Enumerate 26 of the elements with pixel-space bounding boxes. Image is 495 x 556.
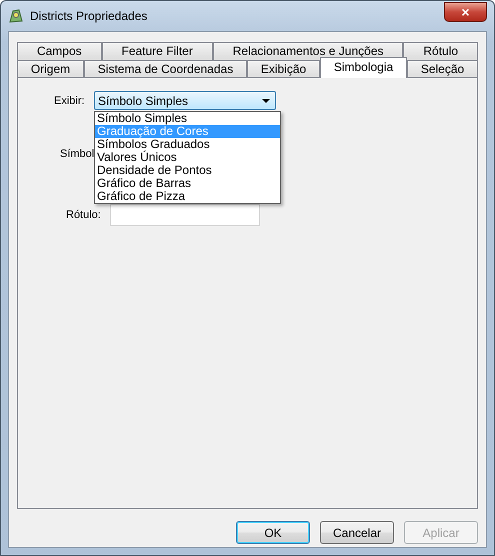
window-title: Districts Propriedades — [30, 9, 148, 23]
field-label: Rótulo: — [66, 209, 102, 221]
tab[interactable]: Relacionamentos e Junções — [212, 42, 404, 60]
dropdown-option[interactable]: Símbolos Graduados — [95, 138, 280, 151]
dialog-button[interactable]: Cancelar — [320, 521, 394, 544]
tab[interactable]: Sistema de Coordenadas — [84, 60, 248, 78]
close-button[interactable]: × — [444, 2, 487, 22]
map-icon — [8, 8, 24, 24]
dropdown-option[interactable]: Valores Únicos — [95, 151, 280, 164]
tab[interactable]: Feature Filter — [102, 42, 213, 60]
dropdown-option[interactable]: Gráfico de Barras — [95, 177, 280, 190]
dialog-button[interactable]: OK — [236, 521, 310, 544]
caret-icon — [262, 98, 270, 102]
field-label: Exibir: — [54, 94, 86, 106]
tab[interactable]: Seleção — [407, 60, 478, 78]
tab[interactable]: Exibição — [247, 60, 320, 78]
input-field[interactable] — [110, 204, 260, 226]
tab[interactable]: Simbologia — [320, 57, 407, 78]
dropdown-option[interactable]: Símbolo Simples — [95, 112, 280, 125]
tab[interactable]: Campos — [17, 42, 102, 60]
tab[interactable]: Rótulo — [403, 42, 478, 60]
field-label: Símbol — [60, 148, 94, 160]
dropdown-option[interactable]: Gráfico de Pizza — [95, 190, 280, 203]
tab[interactable]: Origem — [17, 60, 84, 78]
dropdown-option[interactable]: Densidade de Pontos — [95, 164, 280, 177]
dropdown[interactable]: Símbolo Simples — [94, 91, 276, 110]
